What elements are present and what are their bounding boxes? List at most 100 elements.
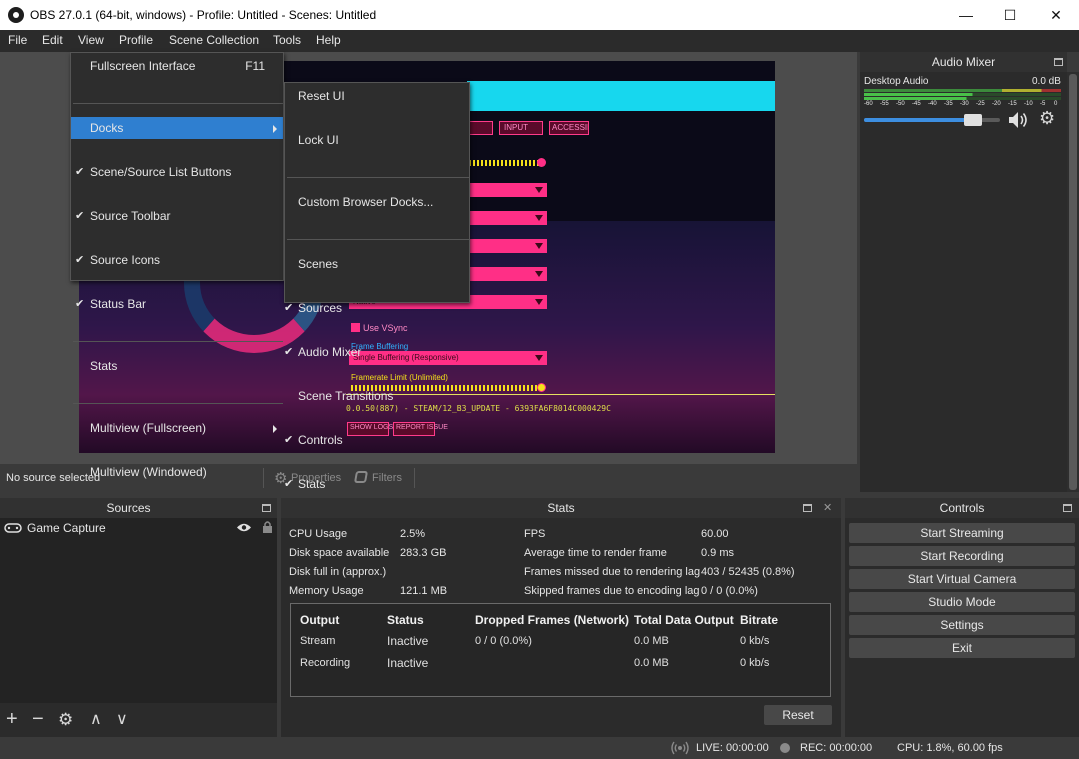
menu-item-stats[interactable]: Stats [71, 355, 283, 377]
menu-item-source-icons[interactable]: ✔ Source Icons [71, 249, 283, 271]
stat-label: Frames missed due to rendering lag [524, 566, 701, 578]
stat-value: 0 / 0 (0.0%) [701, 585, 758, 597]
preview-input-tab: INPUT [499, 121, 543, 135]
scale-tick: -15 [1008, 101, 1017, 107]
sources-float-icon[interactable] [262, 504, 271, 512]
volume-slider[interactable] [864, 114, 1000, 126]
menu-edit[interactable]: Edit [42, 33, 63, 49]
rec-timer: REC: 00:00:00 [800, 742, 873, 754]
move-down-icon[interactable]: ∨ [116, 710, 128, 730]
stat-value: 403 / 52435 (0.8%) [701, 566, 795, 578]
volume-slider-fill [864, 118, 973, 122]
menu-item-label: Sources [298, 301, 343, 315]
sources-dock: Sources Game Capture + − ⚙ ∧ ∨ [0, 498, 277, 737]
preview-vsync-label: Use VSync [363, 323, 408, 333]
menu-item-docks[interactable]: Docks [71, 117, 283, 139]
studio-mode-button[interactable]: Studio Mode [849, 592, 1075, 612]
audio-meter-peak [864, 89, 1061, 92]
menu-item-controls[interactable]: ✔ Controls [284, 429, 469, 451]
sources-toolbar: + − ⚙ ∧ ∨ [0, 703, 277, 737]
scale-tick: -60 [864, 101, 873, 107]
audio-meter-scale: -60 -55 -50 -45 -40 -35 -30 -25 -20 -15 … [864, 101, 1061, 109]
scale-tick: -10 [1024, 101, 1033, 107]
stats-close-icon[interactable]: ✕ [823, 501, 832, 514]
stats-float-icon[interactable] [803, 504, 812, 512]
mixer-scrollbar[interactable] [1067, 72, 1079, 492]
menu-help[interactable]: Help [316, 33, 341, 49]
menu-item-scenes[interactable]: Scenes [285, 253, 469, 275]
output-stats-table: Output Status Dropped Frames (Network) T… [290, 603, 831, 697]
checkmark-icon: ✔ [75, 210, 85, 222]
menu-item-lock-ui[interactable]: Lock UI [285, 129, 469, 151]
stat-value: 0.9 ms [701, 547, 735, 559]
start-streaming-button[interactable]: Start Streaming [849, 523, 1075, 543]
list-item[interactable]: Game Capture [0, 518, 277, 538]
menu-item-label: Controls [298, 433, 343, 447]
source-name: Game Capture [27, 521, 106, 535]
scale-tick: -5 [1040, 101, 1046, 107]
close-window-button[interactable]: ✕ [1033, 0, 1079, 30]
record-dot-icon [780, 743, 790, 753]
menu-item-custom-browser-docks[interactable]: Custom Browser Docks... [285, 191, 469, 213]
menu-item-audio-mixer[interactable]: ✔ Audio Mixer [284, 341, 469, 363]
preview-framerate-knob [537, 383, 546, 392]
volume-slider-handle[interactable] [964, 114, 982, 126]
speaker-icon[interactable] [1007, 110, 1031, 130]
menu-item-fullscreen[interactable]: Fullscreen Interface F11 [71, 55, 283, 77]
scale-tick: -40 [928, 101, 937, 107]
stat-value: 283.3 GB [400, 547, 447, 559]
table-cell: 0.0 MB [634, 657, 669, 669]
stat-label: CPU Usage [289, 528, 348, 540]
menu-item-scene-transitions[interactable]: Scene Transitions [285, 385, 469, 407]
menu-view[interactable]: View [78, 33, 104, 49]
menu-item-reset-ui[interactable]: Reset UI [285, 85, 469, 107]
start-recording-button[interactable]: Start Recording [849, 546, 1075, 566]
reset-stats-button[interactable]: Reset [764, 705, 832, 725]
menu-item-multiview-fullscreen[interactable]: Multiview (Fullscreen) [71, 417, 283, 439]
menu-item-label: Lock UI [298, 133, 339, 147]
menu-item-scene-source-list-buttons[interactable]: ✔ Scene/Source List Buttons [71, 161, 283, 183]
remove-source-icon[interactable]: − [32, 709, 44, 729]
move-up-icon[interactable]: ∧ [90, 710, 102, 730]
menu-profile[interactable]: Profile [119, 33, 153, 49]
menu-item-multiview-windowed[interactable]: Multiview (Windowed) [71, 461, 283, 483]
audio-mixer-body: Desktop Audio 0.0 dB -60 -55 -50 -45 -40… [860, 72, 1067, 492]
table-header: Bitrate [740, 613, 779, 627]
stat-label: Disk full in (approx.) [289, 566, 387, 578]
menu-item-label: Multiview (Windowed) [90, 465, 207, 479]
audio-meter-bar-1 [864, 93, 1061, 96]
menu-scene-collection[interactable]: Scene Collection [169, 33, 259, 49]
mixer-float-icon[interactable] [1054, 58, 1063, 66]
menu-item-label: Custom Browser Docks... [298, 195, 434, 209]
live-timer: LIVE: 00:00:00 [696, 742, 769, 754]
controls-float-icon[interactable] [1063, 504, 1072, 512]
sources-list[interactable]: Game Capture [0, 518, 277, 703]
checkmark-icon: ✔ [75, 298, 85, 310]
preview-framerate-label: Framerate Limit (Unlimited) [351, 373, 448, 382]
menu-item-stats-dock[interactable]: ✔ Stats [284, 473, 469, 495]
exit-button[interactable]: Exit [849, 638, 1075, 658]
table-header: Status [387, 613, 424, 627]
lock-icon[interactable] [262, 520, 273, 533]
submenu-arrow-icon [273, 125, 277, 133]
menu-item-sources[interactable]: ✔ Sources [284, 297, 469, 319]
menu-tools[interactable]: Tools [273, 33, 301, 49]
stat-label: Average time to render frame [524, 547, 667, 559]
menu-file[interactable]: File [8, 33, 27, 49]
source-properties-gear-icon[interactable]: ⚙ [58, 710, 73, 730]
preview-slider-knob [537, 158, 546, 167]
table-cell: 0 / 0 (0.0%) [475, 635, 532, 647]
audio-level-readout: 0.0 dB [1032, 76, 1061, 87]
scale-tick: -55 [880, 101, 889, 107]
menu-item-status-bar[interactable]: ✔ Status Bar [71, 293, 283, 315]
maximize-button[interactable]: ☐ [987, 0, 1033, 30]
add-source-icon[interactable]: + [6, 709, 18, 729]
minimize-button[interactable]: — [943, 0, 989, 30]
mixer-scrollbar-thumb[interactable] [1069, 74, 1077, 490]
menu-item-source-toolbar[interactable]: ✔ Source Toolbar [71, 205, 283, 227]
stat-value: 60.00 [701, 528, 729, 540]
settings-button[interactable]: Settings [849, 615, 1075, 635]
eye-icon[interactable] [236, 522, 252, 533]
mixer-gear-icon[interactable]: ⚙ [1039, 108, 1055, 129]
start-virtual-camera-button[interactable]: Start Virtual Camera [849, 569, 1075, 589]
